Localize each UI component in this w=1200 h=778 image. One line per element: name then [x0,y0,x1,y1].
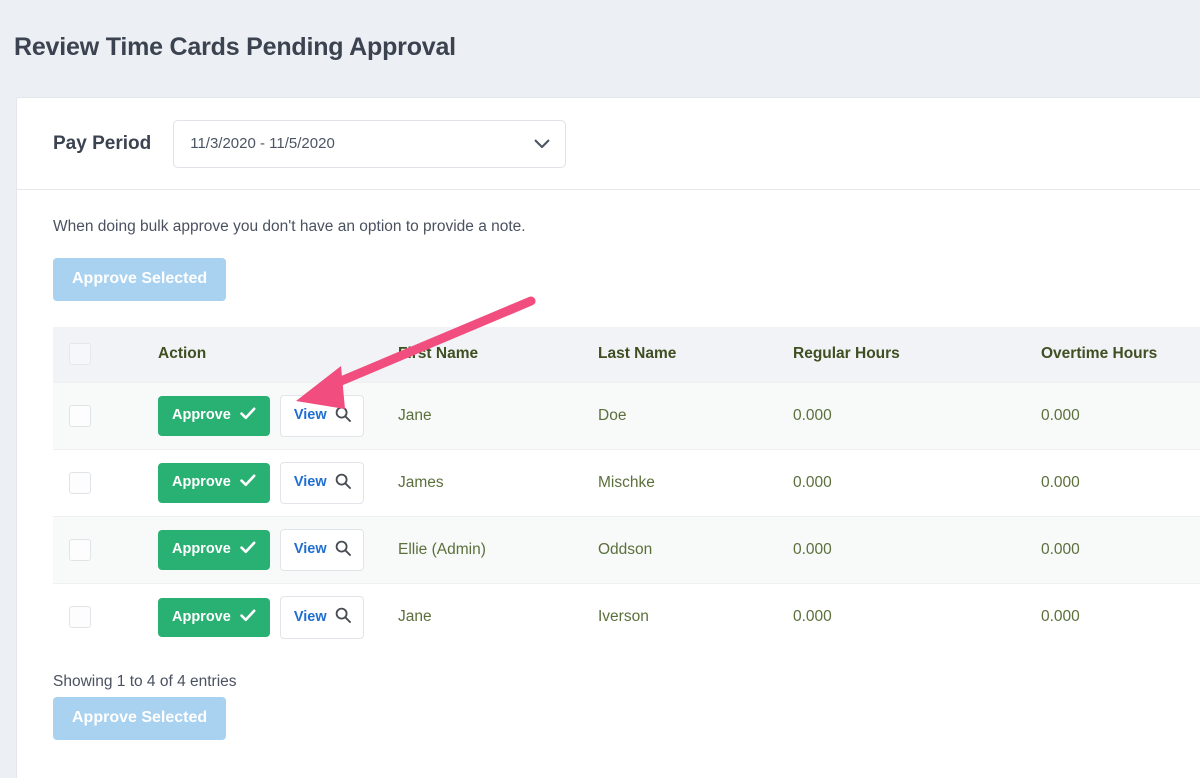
cell-overtime-hours: 0.000 [1041,449,1200,517]
cell-last-name: Mischke [598,449,793,517]
cell-regular-hours: 0.000 [793,583,1041,651]
table-row: Approve View Ellie (Admin) Oddson 0.000 0.000 [53,516,1200,584]
cell-first-name: Ellie (Admin) [398,516,598,584]
cell-overtime-hours: 0.000 [1041,583,1200,651]
view-button[interactable]: View [279,394,364,438]
row-select-cell [53,516,158,584]
card-body: When doing bulk approve you don't have a… [17,190,1200,740]
magnifier-icon [335,406,351,426]
magnifier-icon [335,473,351,493]
pay-period-select-value[interactable]: 11/3/2020 - 11/5/2020 [173,119,567,168]
check-icon [240,474,256,491]
row-checkbox[interactable] [69,472,91,494]
table-row: Approve View Jane Doe 0.000 0.000 [53,382,1200,450]
row-select-cell [53,583,158,651]
approve-button[interactable]: Approve [158,396,270,436]
header-regular-hours: Regular Hours [793,327,1041,383]
magnifier-icon [335,607,351,627]
header-last-name: Last Name [598,327,793,383]
cell-last-name: Iverson [598,583,793,651]
cell-regular-hours: 0.000 [793,449,1041,517]
cell-regular-hours: 0.000 [793,516,1041,584]
approve-selected-button-bottom[interactable]: Approve Selected [53,696,227,740]
view-button-label: View [293,608,327,625]
check-icon [240,541,256,558]
cell-overtime-hours: 0.000 [1041,382,1200,450]
time-cards-table: Action First Name Last Name Regular Hour… [53,327,1200,651]
row-action-cell: Approve View [158,516,398,584]
row-action-cell: Approve View [158,382,398,450]
table-head: Action First Name Last Name Regular Hour… [53,327,1200,383]
table-header-row: Action First Name Last Name Regular Hour… [53,327,1200,383]
cell-last-name: Oddson [598,516,793,584]
row-select-cell [53,382,158,450]
header-action: Action [158,327,398,383]
approve-button-label: Approve [172,474,231,491]
table-row: Approve View James Mischke 0.000 0.000 [53,449,1200,517]
select-all-checkbox[interactable] [69,343,91,365]
pay-period-select[interactable]: 11/3/2020 - 11/5/2020 [173,119,567,168]
approve-button[interactable]: Approve [158,530,270,570]
check-icon [240,609,256,626]
view-button-label: View [293,407,327,424]
page-title: Review Time Cards Pending Approval [14,32,456,61]
cell-first-name: Jane [398,583,598,651]
cell-regular-hours: 0.000 [793,382,1041,450]
cell-first-name: Jane [398,382,598,450]
view-button-label: View [293,541,327,558]
bulk-approve-note: When doing bulk approve you don't have a… [53,218,526,235]
timecards-card: Pay Period 11/3/2020 - 11/5/2020 When do… [16,97,1200,778]
row-action-cell: Approve View [158,449,398,517]
cell-last-name: Doe [598,382,793,450]
pay-period-bar: Pay Period 11/3/2020 - 11/5/2020 [17,98,1200,190]
select-all-header [53,327,158,383]
approve-button-label: Approve [172,608,231,625]
row-select-cell [53,449,158,517]
pay-period-label: Pay Period [53,132,152,154]
approve-button[interactable]: Approve [158,597,270,637]
approve-button-label: Approve [172,407,231,424]
cell-overtime-hours: 0.000 [1041,516,1200,584]
header-overtime-hours: Overtime Hours [1041,327,1200,383]
showing-entries-text: Showing 1 to 4 of 4 entries [53,672,237,690]
table-body: Approve View Jane Doe 0.000 0.000 Approve View J… [53,382,1200,651]
row-checkbox[interactable] [69,606,91,629]
table-row: Approve View Jane Iverson 0.000 0.000 [53,583,1200,651]
view-button-label: View [293,474,327,491]
approve-button[interactable]: Approve [158,463,270,503]
view-button[interactable]: View [279,596,364,639]
row-checkbox[interactable] [69,539,91,561]
cell-first-name: James [398,449,598,517]
approve-button-label: Approve [172,541,231,558]
check-icon [240,407,256,424]
header-first-name: First Name [398,327,598,383]
screen: Review Time Cards Pending Approval Pay P… [0,0,1200,778]
magnifier-icon [335,540,351,560]
row-action-cell: Approve View [158,583,398,651]
row-checkbox[interactable] [69,405,91,427]
view-button[interactable]: View [279,528,364,572]
view-button[interactable]: View [279,461,364,505]
approve-selected-button-top[interactable]: Approve Selected [53,258,227,301]
